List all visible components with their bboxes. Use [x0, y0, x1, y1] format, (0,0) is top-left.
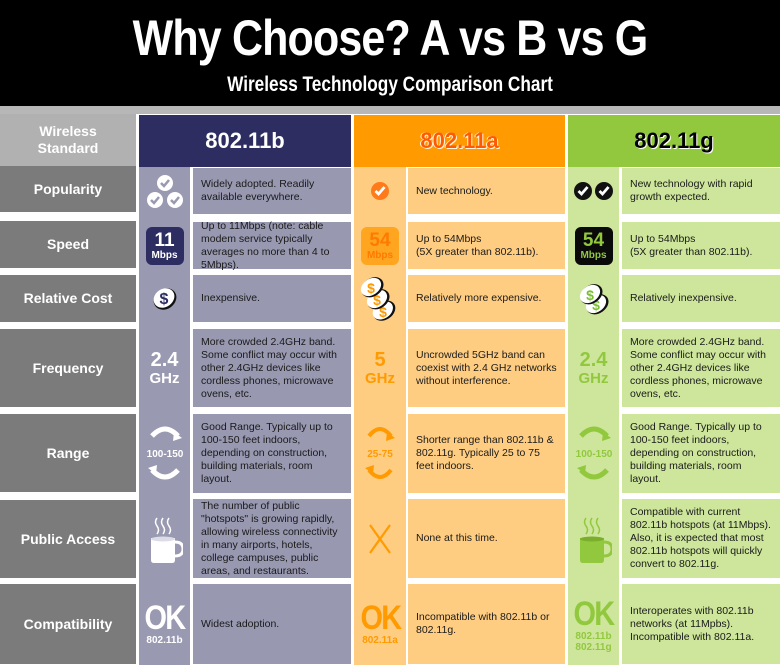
compatible-standard: 802.11b	[146, 634, 183, 646]
ok-badge: OK	[144, 598, 187, 637]
a-speed-desc: Up to 54Mbps (5X greater than 802.11b).	[408, 222, 565, 269]
b-popularity-desc: Widely adopted. Readily available everyw…	[193, 168, 351, 214]
frequency-value: 2.4	[150, 349, 179, 371]
check-icon	[354, 178, 406, 204]
b-frequency-desc: More crowded 2.4GHz band. Some conflict …	[193, 329, 351, 407]
row-label-speed-text: Speed	[46, 236, 89, 252]
a-popularity-desc: New technology.	[408, 168, 565, 214]
dollar-coins-icon: $ $ $	[354, 274, 406, 324]
g-popularity-desc: New technology with rapid growth expecte…	[622, 168, 780, 214]
speed-value: 54	[582, 230, 605, 251]
compatibility-ok-g: OK 802.11b 802.11g	[568, 592, 619, 658]
b-cost-desc: Inexpensive.	[193, 275, 351, 322]
svg-text:$: $	[159, 291, 168, 308]
page-title: Why Choose? A vs B vs G	[132, 10, 649, 66]
row-label-speed: Speed	[0, 221, 136, 268]
coffee-mug-icon	[568, 505, 619, 573]
speed-unit: Mbps	[366, 250, 394, 261]
row-label-cost: Relative Cost	[0, 275, 136, 322]
range-value: 25-75	[367, 449, 393, 460]
row-label-standard: Wireless Standard	[0, 114, 136, 166]
frequency-unit: GHz	[365, 370, 395, 387]
frequency-unit: GHz	[578, 370, 609, 387]
column-header-802-11a-text: 802.11a	[420, 128, 499, 153]
b-compatibility-desc: Widest adoption.	[193, 584, 351, 664]
column-header-802-11b: 802.11b	[139, 115, 351, 167]
svg-text:$: $	[367, 280, 375, 296]
row-label-compatibility: Compatibility	[0, 584, 136, 664]
row-label-public-access-text: Public Access	[20, 530, 116, 547]
row-label-popularity: Popularity	[0, 166, 136, 212]
g-frequency-desc: More crowded 2.4GHz band. Some conflict …	[622, 329, 780, 407]
frequency-2-4ghz: 2.4 GHz	[568, 340, 619, 396]
speed-unit: Mbps	[580, 250, 607, 261]
dollar-coin-icon: $	[139, 278, 190, 320]
range-arrows-icon: 100-150	[139, 418, 190, 488]
compatibility-ok-b: OK 802.11b	[139, 595, 190, 651]
b-speed-desc: Up to 11Mbps (note: cable modem service …	[193, 220, 351, 271]
range-value: 100-150	[146, 449, 183, 460]
row-label-standard-text: Wireless Standard	[37, 123, 99, 156]
b-public-access-desc: The number of public "hotspots" is growi…	[193, 499, 351, 578]
row-label-cost-text: Relative Cost	[23, 290, 113, 306]
row-label-popularity-text: Popularity	[33, 180, 103, 197]
b-range-desc: Good Range. Typically up to 100-150 feet…	[193, 414, 351, 493]
column-header-802-11g-text: 802.11g	[634, 128, 714, 153]
coffee-mug-icon	[139, 505, 190, 573]
compatible-standard: 802.11b	[575, 631, 612, 642]
range-value: 100-150	[575, 449, 612, 460]
divider-strip	[0, 106, 780, 114]
ok-badge: OK	[573, 595, 616, 633]
a-compatibility-desc: Incompatible with 802.11b or 802.11g.	[408, 584, 565, 664]
row-label-public-access: Public Access	[0, 500, 136, 578]
page-subtitle: Wireless Technology Comparison Chart	[227, 73, 553, 96]
frequency-5ghz: 5 GHz	[354, 340, 406, 396]
frequency-value: 2.4	[579, 349, 608, 371]
range-arrows-icon: 100-150	[568, 418, 619, 488]
g-range-desc: Good Range. Typically up to 100-150 feet…	[622, 414, 780, 493]
speed-value: 54	[369, 230, 391, 251]
range-arrows-icon: 25-75	[354, 418, 406, 488]
row-label-range: Range	[0, 414, 136, 492]
speed-badge-11: 11 Mbps	[139, 224, 190, 268]
svg-text:$: $	[586, 287, 594, 303]
compatible-standard: 802.11a	[362, 634, 398, 646]
g-compatibility-desc: Interoperates with 802.11b networks (at …	[622, 584, 780, 664]
frequency-value: 5	[374, 349, 386, 371]
row-label-frequency-text: Frequency	[32, 359, 104, 376]
speed-badge-54-a: 54 Mbps	[354, 224, 406, 268]
a-range-desc: Shorter range than 802.11b & 802.11g. Ty…	[408, 414, 565, 493]
row-label-range-text: Range	[46, 444, 90, 461]
g-cost-desc: Relatively inexpensive.	[622, 275, 780, 322]
column-header-802-11a: 802.11a	[354, 115, 565, 167]
dollar-coins-icon: $ $	[568, 278, 619, 322]
three-check-icon	[139, 170, 190, 214]
frequency-2-4ghz: 2.4 GHz	[139, 340, 190, 396]
x-icon	[354, 515, 406, 563]
row-label-compatibility-text: Compatibility	[23, 615, 113, 632]
a-public-access-desc: None at this time.	[408, 499, 565, 578]
title-banner: Why Choose? A vs B vs G Wireless Technol…	[0, 0, 780, 106]
g-speed-desc: Up to 54Mbps (5X greater than 802.11b).	[622, 222, 780, 269]
speed-badge-54-g: 54 Mbps	[568, 224, 619, 268]
g-public-access-desc: Compatible with current 802.11b hotspots…	[622, 499, 780, 578]
two-check-icon	[568, 178, 619, 204]
column-header-802-11b-text: 802.11b	[205, 128, 285, 153]
a-frequency-desc: Uncrowded 5GHz band can coexist with 2.4…	[408, 329, 565, 407]
row-label-frequency: Frequency	[0, 329, 136, 407]
compatible-standard: 802.11g	[575, 642, 612, 653]
speed-unit: Mbps	[151, 250, 178, 261]
a-cost-desc: Relatively more expensive.	[408, 275, 565, 322]
ok-badge: OK	[360, 598, 402, 637]
compatibility-ok-a: OK 802.11a	[354, 595, 406, 651]
speed-value: 11	[154, 230, 175, 251]
column-header-802-11g: 802.11g	[568, 115, 780, 167]
frequency-unit: GHz	[149, 370, 180, 387]
